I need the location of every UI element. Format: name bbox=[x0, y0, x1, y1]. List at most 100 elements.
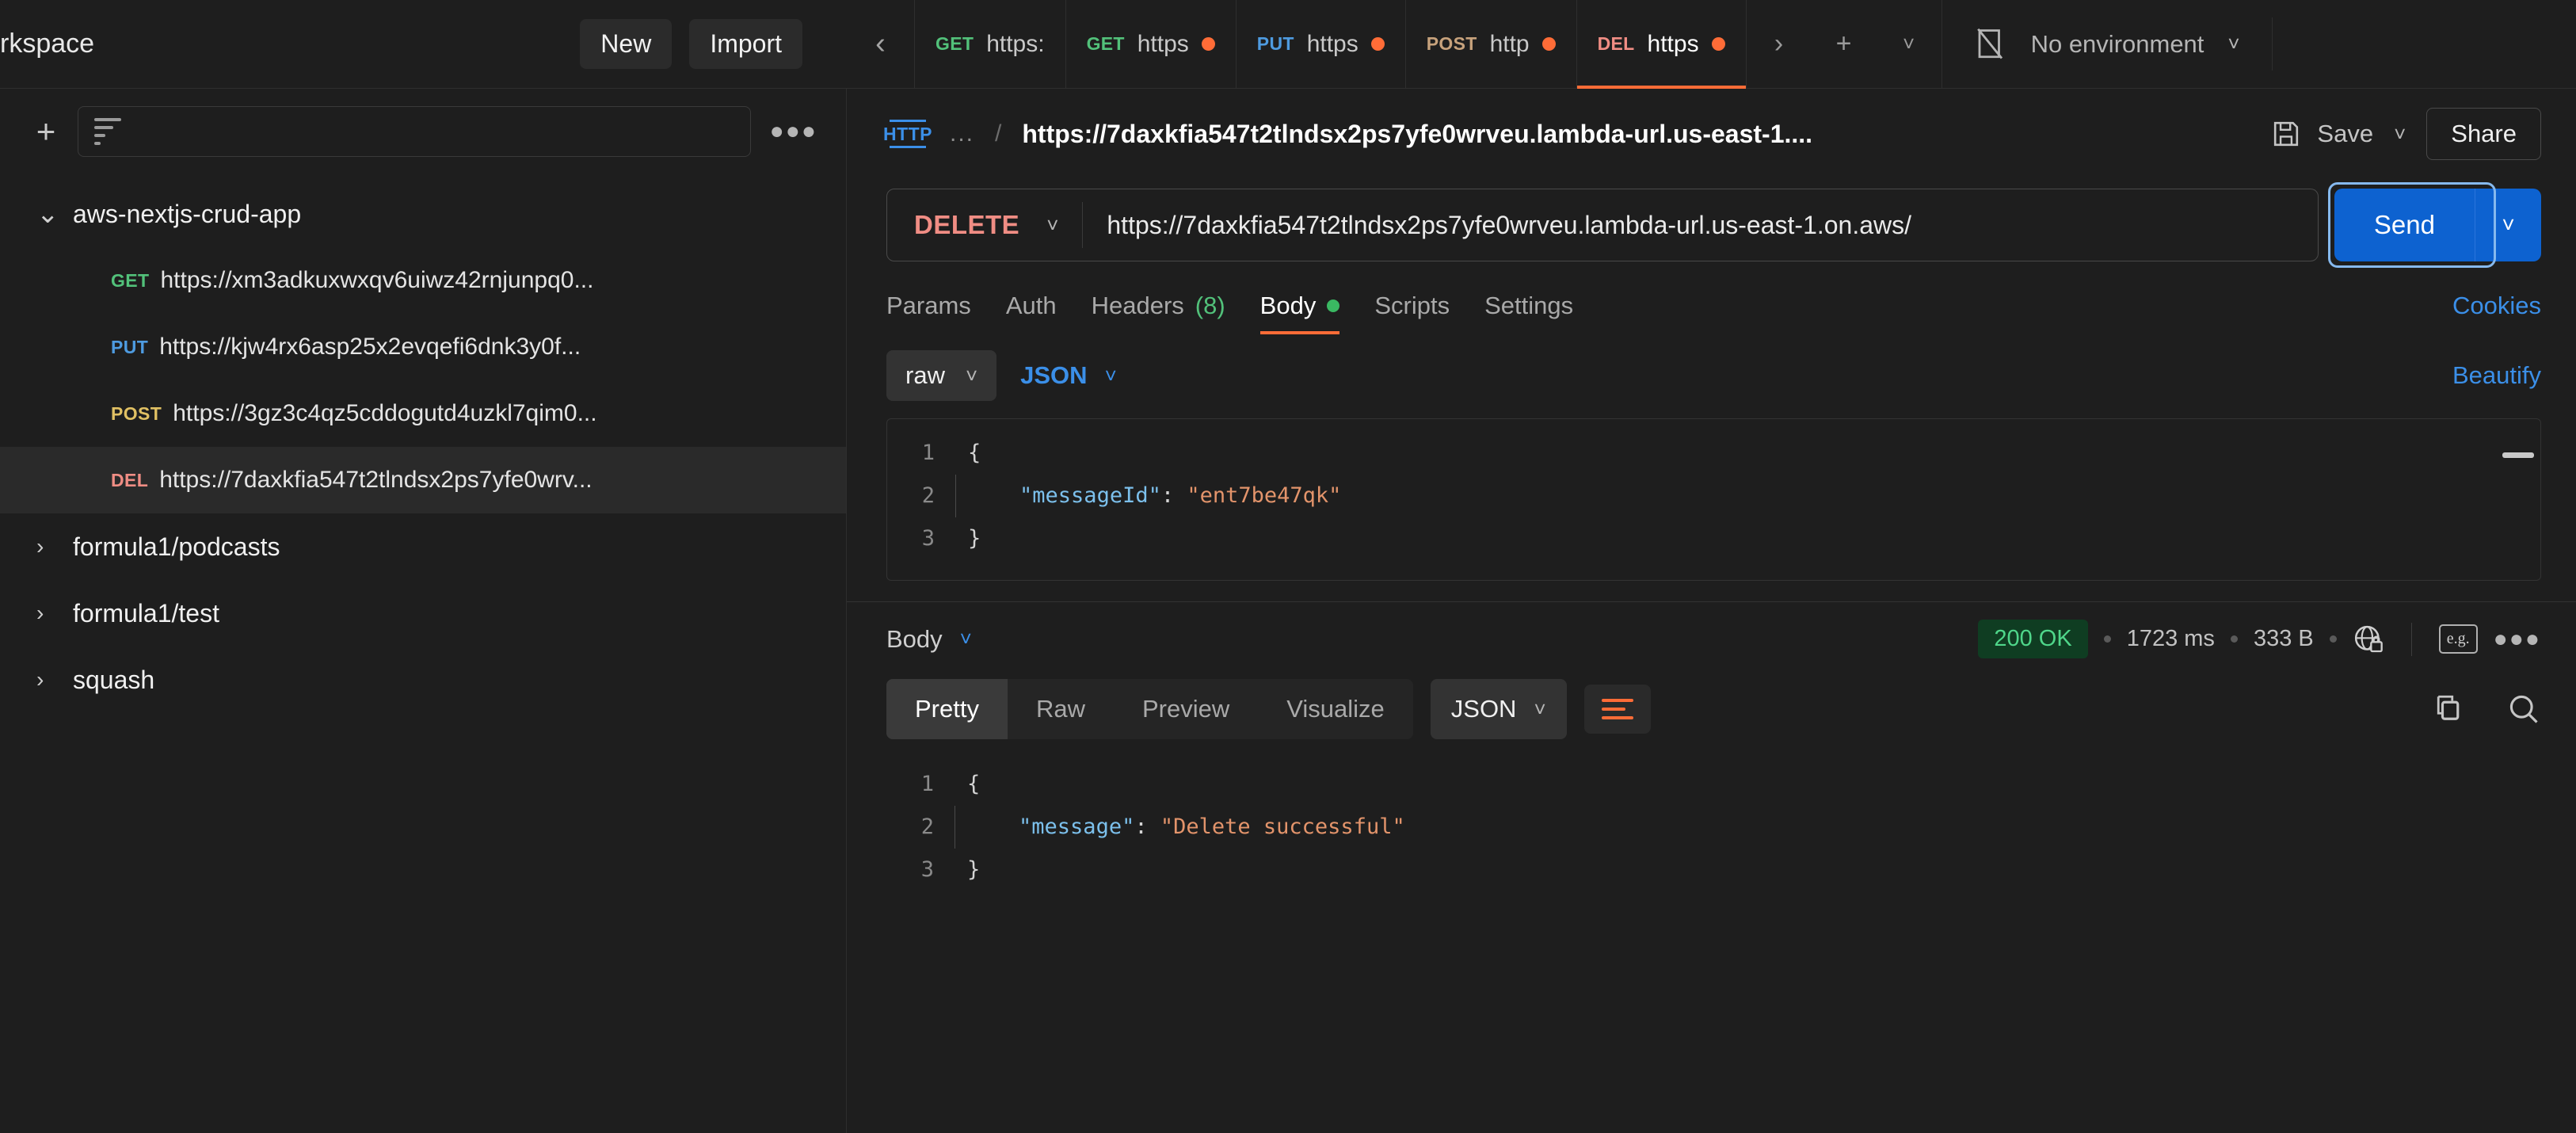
request-item-0[interactable]: GET https://xm3adkuxwxqv6uiwz42rnjunpq0..… bbox=[0, 247, 846, 314]
method-chevron-down-icon[interactable]: ˅ bbox=[1046, 213, 1058, 238]
body-language-selector[interactable]: JSON ˅ bbox=[1020, 361, 1117, 390]
tab-auth[interactable]: Auth bbox=[1006, 285, 1057, 334]
collection-item-2[interactable]: › formula1/test bbox=[0, 580, 846, 647]
request-pane: HTTP ... / https://7daxkfia547t2tlndsx2p… bbox=[847, 89, 2576, 1133]
chevron-right-icon[interactable]: › bbox=[36, 601, 73, 626]
response-metrics: 200 OK 1723 ms 333 B e.g. ●●● bbox=[1978, 620, 2541, 658]
unsaved-indicator-icon bbox=[1370, 37, 1385, 51]
globe-lock-icon[interactable] bbox=[2353, 624, 2384, 655]
response-view-pretty[interactable]: Pretty bbox=[886, 679, 1008, 739]
send-options-chevron-down-icon[interactable]: ˅ bbox=[2475, 189, 2541, 261]
code-text: } bbox=[955, 517, 981, 560]
send-button[interactable]: Send bbox=[2334, 189, 2475, 261]
json-brace: } bbox=[967, 857, 981, 882]
response-body-viewer[interactable]: 1{2 "message": "Delete successful" 3} bbox=[886, 750, 2541, 891]
response-view-visualize[interactable]: Visualize bbox=[1258, 679, 1413, 739]
request-tab-put-2[interactable]: PUT https bbox=[1237, 0, 1406, 88]
request-body-editor[interactable]: 1{2 "messageId": "ent7be47qk" 3} bbox=[886, 418, 2541, 581]
tabs-scroll-left-icon[interactable]: ‹ bbox=[847, 0, 915, 88]
request-tab-get-0[interactable]: GET https: bbox=[915, 0, 1066, 88]
workspace-bar: rkspace New Import bbox=[0, 0, 847, 89]
request-body-scrollbar[interactable] bbox=[2502, 452, 2534, 458]
json-colon: : bbox=[1134, 814, 1160, 839]
collection-item-0[interactable]: ⌄ aws-nextjs-crud-app bbox=[0, 181, 846, 247]
response-view-preview[interactable]: Preview bbox=[1114, 679, 1258, 739]
chevron-right-icon[interactable]: › bbox=[36, 534, 73, 559]
metric-separator-dot bbox=[2230, 635, 2238, 643]
tab-url-label: https: bbox=[986, 30, 1045, 57]
cookies-link[interactable]: Cookies bbox=[2452, 292, 2541, 334]
response-body-code[interactable]: 1{2 "message": "Delete successful" 3} bbox=[886, 750, 2541, 891]
response-body-chevron-down-icon[interactable]: ˅ bbox=[960, 627, 972, 651]
json-value: "ent7be47qk" bbox=[1187, 483, 1342, 508]
chevron-down-icon[interactable]: ⌄ bbox=[36, 198, 73, 230]
tab-method-label: PUT bbox=[1256, 33, 1294, 54]
line-number: 1 bbox=[920, 772, 934, 796]
response-body-label: Body bbox=[886, 624, 943, 653]
tabs-scroll-right-icon[interactable]: › bbox=[1747, 29, 1812, 59]
tabs-dropdown-icon[interactable]: ˅ bbox=[1877, 32, 1942, 56]
tab-bar: ‹ GET https: GET https PUT https POST http DEL ht… bbox=[847, 0, 2576, 89]
tab-headers[interactable]: Headers (8) bbox=[1092, 285, 1225, 334]
request-method-label: DEL bbox=[111, 469, 149, 490]
request-tab-get-1[interactable]: GET https bbox=[1066, 0, 1237, 88]
collection-item-3[interactable]: › squash bbox=[0, 647, 846, 713]
search-icon[interactable] bbox=[2506, 692, 2541, 727]
tab-method-label: POST bbox=[1426, 33, 1477, 54]
postman-window: rkspace New Import ‹ GET https: GET https PU… bbox=[0, 0, 2576, 1133]
environment-label: No environment bbox=[2030, 29, 2204, 58]
new-button[interactable]: New bbox=[580, 18, 673, 70]
request-body-code[interactable]: 1{2 "messageId": "ent7be47qk" 3} bbox=[887, 419, 2540, 560]
share-button[interactable]: Share bbox=[2426, 108, 2541, 160]
response-more-icon[interactable]: ●●● bbox=[2494, 626, 2541, 653]
tab-body[interactable]: Body bbox=[1259, 285, 1340, 334]
unsaved-indicator-icon bbox=[1711, 37, 1725, 51]
new-tab-icon[interactable]: + bbox=[1812, 29, 1877, 59]
response-language-chevron-down-icon[interactable]: ˅ bbox=[1534, 697, 1545, 722]
breadcrumb-collapsed-icon[interactable]: ... bbox=[950, 120, 974, 147]
request-title[interactable]: https://7daxkfia547t2tlndsx2ps7yfe0wrveu… bbox=[1022, 120, 1812, 149]
code-text: } bbox=[955, 849, 980, 891]
tab-label: Auth bbox=[1005, 292, 1057, 319]
request-item-2[interactable]: POST https://3gz3c4qz5cddogutd4uzkl7qim0.… bbox=[0, 380, 846, 447]
copy-icon[interactable] bbox=[2429, 692, 2462, 726]
wrap-lines-icon[interactable] bbox=[1583, 685, 1651, 734]
body-mode-chevron-down-icon[interactable]: ˅ bbox=[966, 364, 977, 388]
request-tab-del-4[interactable]: DEL https bbox=[1576, 0, 1747, 89]
beautify-button[interactable]: Beautify bbox=[2452, 361, 2541, 390]
response-language-selector[interactable]: JSON ˅ bbox=[1430, 679, 1567, 739]
filter-icon bbox=[94, 118, 121, 145]
tab-settings[interactable]: Settings bbox=[1484, 285, 1573, 334]
body-language-chevron-down-icon[interactable]: ˅ bbox=[1105, 364, 1117, 388]
url-input[interactable]: https://7daxkfia547t2tlndsx2ps7yfe0wrveu… bbox=[1083, 211, 2318, 240]
chevron-right-icon[interactable]: › bbox=[36, 667, 73, 692]
tab-label: Params bbox=[886, 292, 971, 319]
save-options-chevron-down-icon[interactable]: ˅ bbox=[2394, 122, 2406, 147]
no-environment-icon bbox=[1974, 26, 2007, 63]
response-view-tabs: Pretty Raw Preview Visualize bbox=[886, 679, 1413, 739]
collection-name: aws-nextjs-crud-app bbox=[73, 199, 302, 228]
json-colon: : bbox=[1160, 483, 1187, 508]
request-tab-post-3[interactable]: POST http bbox=[1406, 0, 1577, 88]
environment-selector[interactable]: No environment ˅ bbox=[1942, 0, 2272, 88]
collection-item-1[interactable]: › formula1/podcasts bbox=[0, 513, 846, 580]
toolbar-divider bbox=[2271, 17, 2273, 71]
response-view-raw[interactable]: Raw bbox=[1008, 679, 1114, 739]
example-icon[interactable]: e.g. bbox=[2438, 624, 2478, 654]
request-item-1[interactable]: PUT https://kjw4rx6asp25x2evqefi6dnk3y0f.… bbox=[0, 314, 846, 380]
sidebar-add-icon[interactable]: + bbox=[29, 115, 63, 148]
tab-scripts[interactable]: Scripts bbox=[1374, 285, 1450, 334]
sidebar-search-input[interactable] bbox=[78, 106, 751, 157]
response-body-selector[interactable]: Body ˅ bbox=[886, 625, 972, 654]
tab-label: Settings bbox=[1484, 292, 1574, 319]
request-item-3[interactable]: DEL https://7daxkfia547t2tlndsx2ps7yfe0wr… bbox=[0, 447, 846, 513]
sidebar-more-icon[interactable]: ●●● bbox=[765, 118, 822, 145]
environment-chevron-down-icon[interactable]: ˅ bbox=[2227, 32, 2239, 56]
tab-params[interactable]: Params bbox=[886, 285, 971, 334]
method-selector[interactable]: DELETE ˅ bbox=[887, 210, 1082, 240]
save-button[interactable]: Save bbox=[2271, 119, 2373, 149]
metrics-divider bbox=[2410, 622, 2412, 656]
body-mode-selector[interactable]: raw ˅ bbox=[886, 350, 997, 401]
json-brace: { bbox=[967, 772, 981, 796]
import-button[interactable]: Import bbox=[689, 18, 802, 70]
